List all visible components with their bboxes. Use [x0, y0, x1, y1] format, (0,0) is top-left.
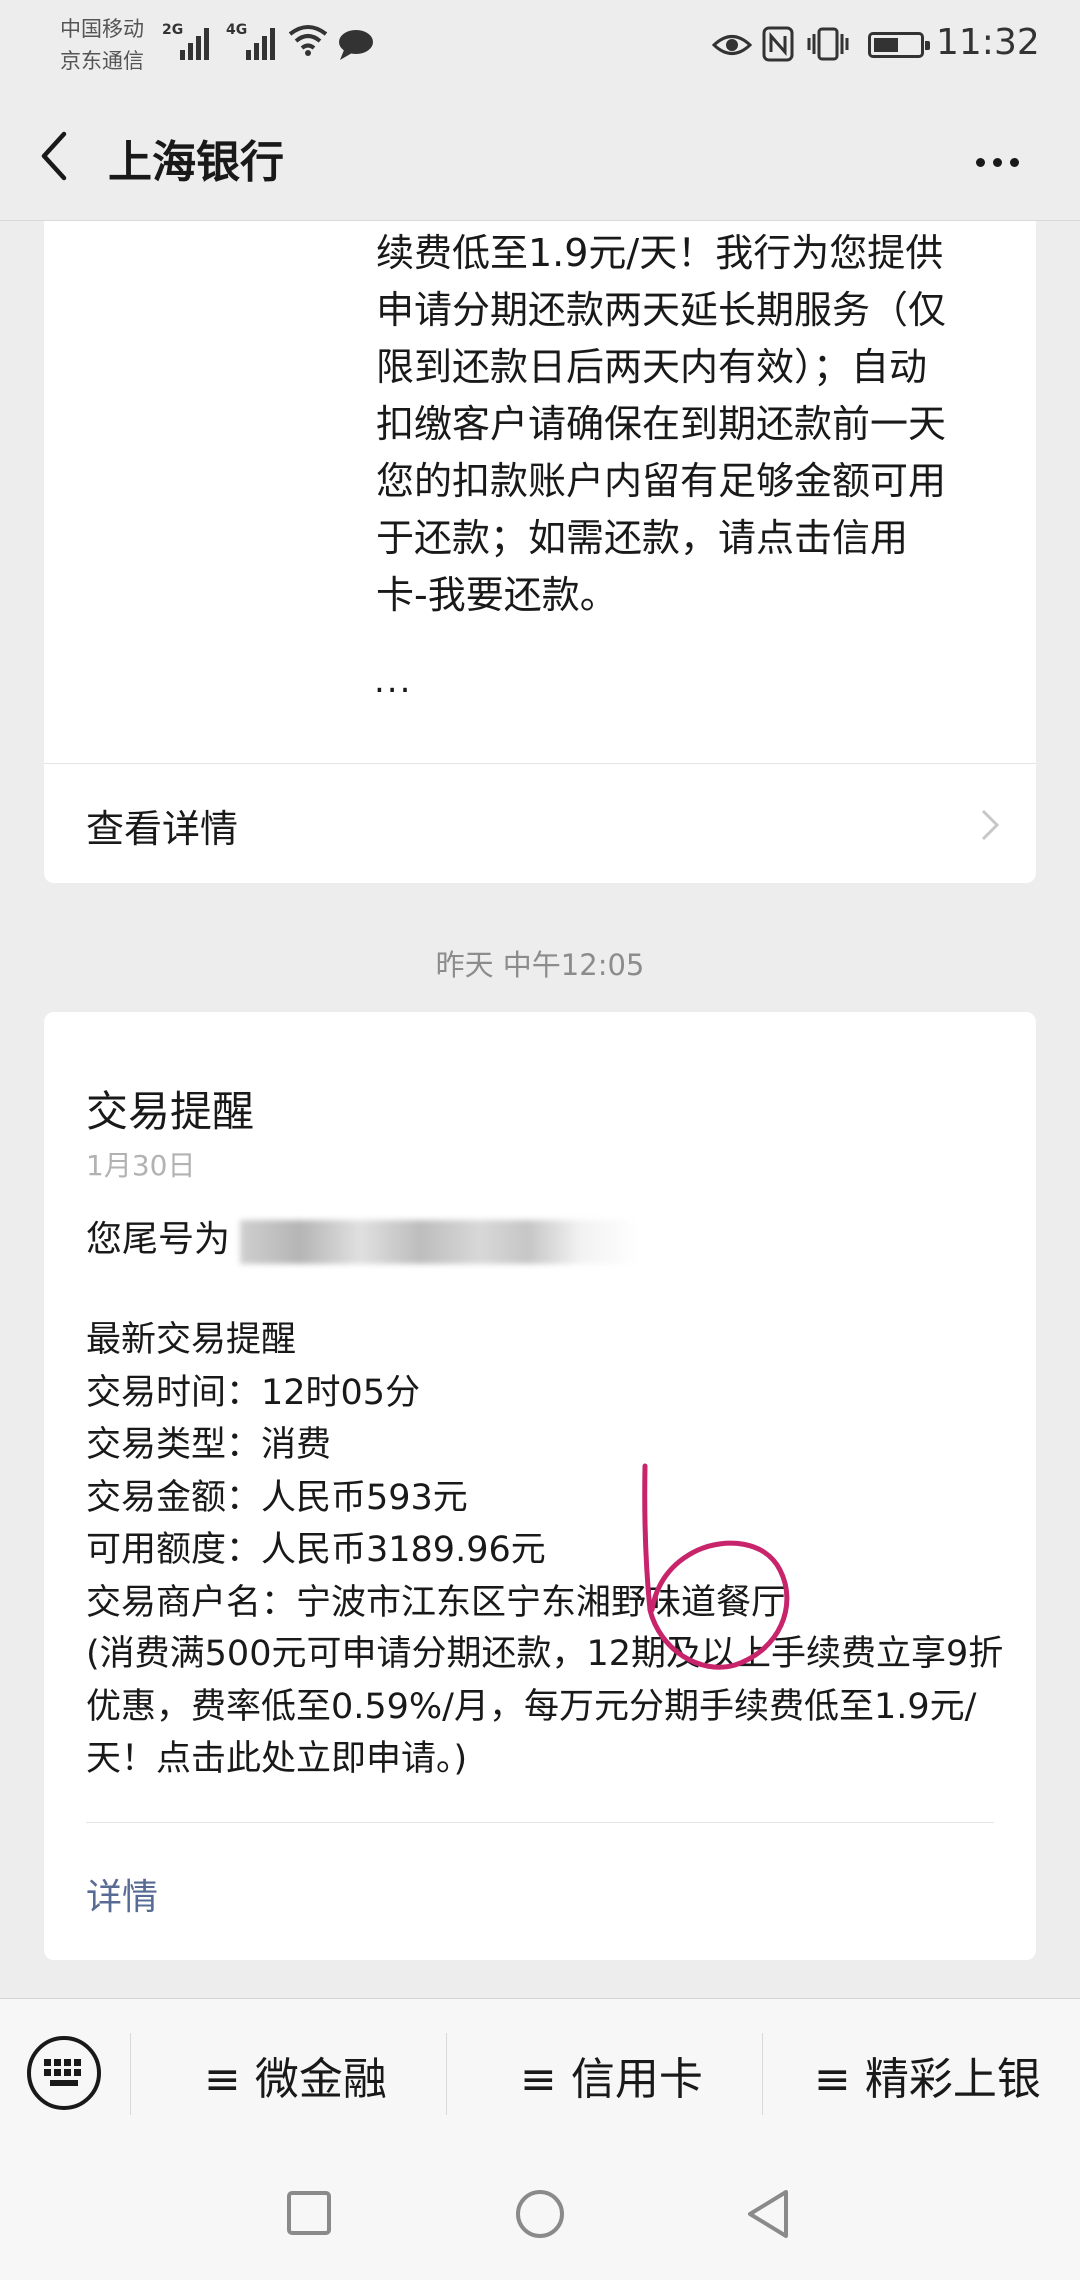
chevron-left-icon[interactable] [36, 130, 72, 182]
wifi-icon [288, 25, 328, 56]
card-title: 交易提醒 [86, 1087, 255, 1136]
transaction-alert-card[interactable]: 交易提醒 1月30日 您尾号为 最新交易提醒 交易时间：12时05分 交易类型：… [44, 1012, 1036, 1960]
message-ellipsis: ... [374, 661, 413, 701]
signal-icon: 2G [162, 20, 214, 60]
menu-featured[interactable]: ≡ 精彩上银 [814, 2043, 1041, 2107]
redacted-blur [240, 1220, 640, 1264]
signal-icon: 4G [226, 20, 282, 60]
eye-icon [712, 35, 752, 55]
message-body: 续费低至1.9元/天！我行为您提供 申请分期还款两天延长期服务（仅 限到还款日后… [376, 231, 947, 617]
square-recent-icon[interactable] [284, 2188, 334, 2238]
divider [86, 1822, 994, 1823]
message-card[interactable]: 续费低至1.9元/天！我行为您提供 申请分期还款两天延长期服务（仅 限到还款日后… [44, 221, 1036, 883]
circle-home-icon[interactable] [514, 2188, 566, 2240]
status-time: 11:32 [936, 22, 1040, 63]
installment-promo[interactable]: (消费满500元可申请分期还款，12期及以上手续费立享9折优惠，费率低至0.59… [86, 1628, 1026, 1786]
vibrate-icon [807, 27, 849, 61]
card-date: 1月30日 [86, 1149, 196, 1182]
triangle-back-icon[interactable] [744, 2188, 792, 2240]
battery-icon [868, 32, 930, 58]
menu-separator [130, 2033, 131, 2115]
menu-separator [446, 2033, 447, 2115]
carrier-name-1: 中国移动 [60, 17, 144, 41]
chat-header: 上海银行 [0, 92, 1080, 221]
menu-separator [762, 2033, 763, 2115]
transaction-details: 最新交易提醒 交易时间：12时05分 交易类型：消费 交易金额：人民币593元 … [86, 1320, 787, 1623]
more-dots-icon[interactable] [976, 152, 1027, 171]
details-link[interactable]: 详情 [86, 1868, 158, 1920]
menu-wei-finance[interactable]: ≡ 微金融 [204, 2043, 387, 2107]
nfc-icon [762, 26, 794, 62]
view-details-row[interactable]: 查看详情 [44, 764, 1036, 883]
status-bar: 中国移动 京东通信 2G 4G 11:32 [0, 0, 1080, 92]
menu-credit-card[interactable]: ≡ 信用卡 [520, 2043, 703, 2107]
view-details-label: 查看详情 [86, 807, 239, 851]
chevron-right-icon [981, 809, 1000, 841]
carrier-name-2: 京东通信 [60, 49, 144, 73]
card-intro: 您尾号为 [86, 1219, 231, 1260]
system-nav-bar [0, 2146, 1080, 2280]
bottom-menu: ≡ 微金融 ≡ 信用卡 ≡ 精彩上银 [0, 1998, 1080, 2147]
chat-icon [339, 30, 373, 60]
page-title: 上海银行 [108, 137, 284, 188]
message-timestamp: 昨天 中午12:05 [435, 948, 645, 982]
keyboard-icon[interactable] [24, 2033, 104, 2113]
handdrawn-annotation [642, 1463, 790, 1670]
